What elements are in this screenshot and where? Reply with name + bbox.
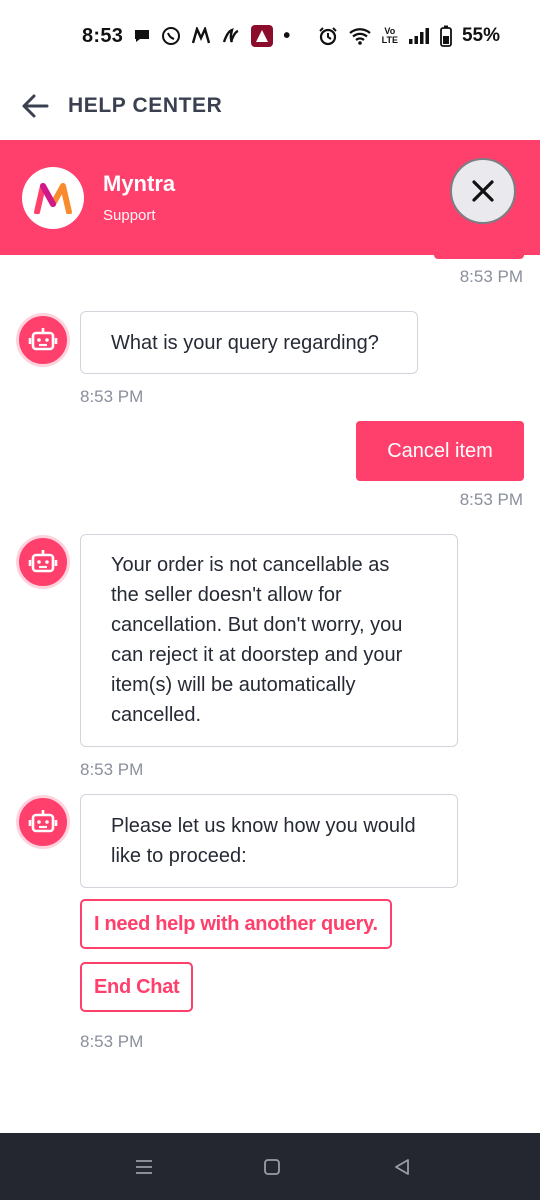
user-message-text: Cancel item [387, 439, 493, 462]
chat-icon [133, 27, 151, 45]
status-bar-right: Vo LTE 55% [318, 25, 500, 47]
home-button[interactable] [260, 1155, 284, 1179]
app-box-icon [251, 25, 274, 47]
status-time: 8:53 [82, 24, 124, 47]
wifi-icon [348, 26, 372, 46]
menu-icon [136, 1160, 152, 1174]
bot-message: Your order is not cancellable as the sel… [80, 534, 458, 747]
top-app-bar: HELP CENTER [0, 72, 540, 140]
robot-icon [28, 550, 58, 573]
bot-message: Please let us know how you would like to… [80, 794, 458, 888]
recents-button[interactable] [132, 1155, 156, 1179]
user-bubble-partial [434, 255, 524, 259]
app-icon [221, 27, 241, 45]
option-another-query-button[interactable]: I need help with another query. [80, 899, 392, 949]
user-message: Cancel item [356, 421, 524, 481]
bot-message-line: can reject it at doorstep and your [111, 644, 403, 666]
notification-dot-icon: • [283, 24, 291, 47]
chat-area[interactable]: 8:53 PM What is your query regarding? 8:… [0, 255, 540, 1133]
bot-message-text: What is your query regarding? [111, 331, 379, 354]
close-chat-button[interactable] [450, 158, 516, 224]
brand-text: Myntra Support [103, 171, 175, 224]
brand-subtitle: Support [103, 207, 156, 224]
alarm-icon [318, 26, 338, 46]
robot-icon [28, 810, 58, 833]
bot-message-line: item(s) will be automatically [111, 674, 356, 696]
message-time: 8:53 PM [80, 1032, 144, 1051]
bot-message-line: Your order is not cancellable as [111, 554, 390, 576]
message-time: 8:53 PM [80, 387, 144, 406]
page-title: HELP CENTER [68, 94, 223, 117]
bot-message-line: the seller doesn't allow for [111, 584, 342, 606]
message-time: 8:53 PM [80, 760, 144, 779]
square-icon [264, 1159, 280, 1175]
status-bar: 8:53 • Vo LTE 55% [0, 0, 540, 72]
back-nav-button[interactable] [390, 1155, 414, 1179]
screen: 8:53 • Vo LTE 55% HELP CENTER Myntra Sup… [0, 0, 540, 1200]
bot-message: What is your query regarding? [80, 311, 418, 374]
battery-percentage: 55% [461, 25, 500, 46]
bot-avatar [16, 535, 70, 589]
status-bar-left: 8:53 • [82, 25, 290, 48]
bot-avatar [16, 795, 70, 849]
message-time: 8:53 PM [459, 490, 523, 509]
bot-message-line: Please let us know how you would [111, 815, 416, 837]
battery-icon [440, 25, 452, 47]
arrow-left-icon [22, 94, 49, 118]
back-button[interactable] [20, 91, 50, 121]
myntra-logo [22, 166, 84, 229]
bot-message-line: cancellation. But don't worry, you [111, 614, 403, 636]
bot-avatar [16, 313, 70, 367]
brand-name: Myntra [103, 171, 176, 196]
myntra-icon [191, 27, 211, 45]
robot-icon [28, 328, 58, 351]
bot-message-line: like to proceed: [111, 845, 247, 867]
system-nav-bar [0, 1133, 540, 1200]
volte-icon: Vo LTE [381, 26, 398, 45]
triangle-back-icon [395, 1159, 409, 1175]
bot-message-line: cancelled. [111, 704, 202, 726]
whatsapp-icon [161, 26, 181, 46]
signal-icon [408, 27, 430, 45]
close-icon [472, 180, 494, 202]
chat-header: Myntra Support [0, 140, 540, 255]
message-time: 8:53 PM [459, 267, 523, 286]
option-end-chat-button[interactable]: End Chat [80, 962, 194, 1012]
